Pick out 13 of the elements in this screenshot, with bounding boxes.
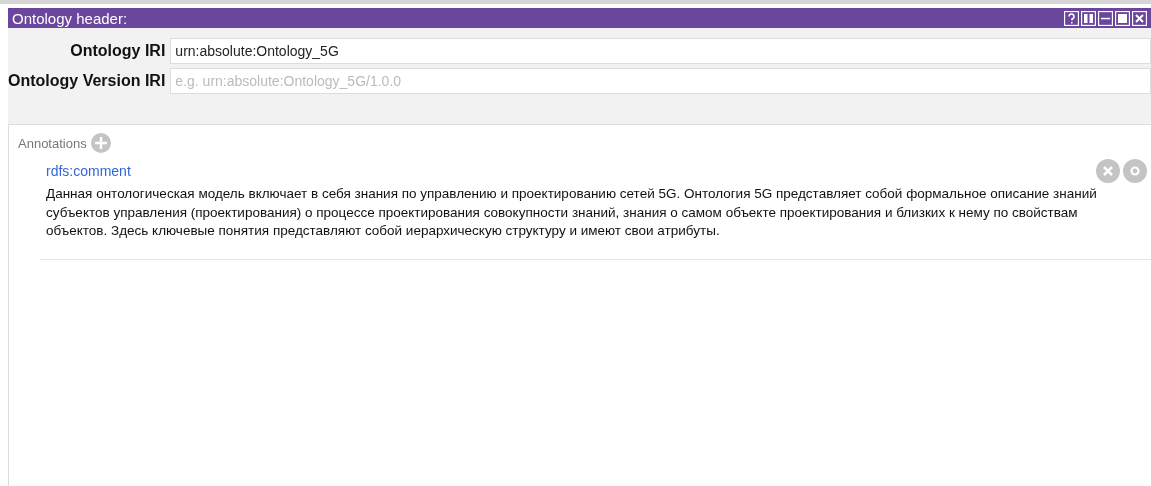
iri-field[interactable]: urn:absolute:Ontology_5G <box>170 38 1151 64</box>
help-icon[interactable] <box>1064 10 1079 26</box>
panel-title: Ontology header: <box>12 9 128 27</box>
field-label: Ontology Version IRI <box>8 72 166 90</box>
property-link[interactable]: rdfs:comment <box>46 163 131 179</box>
split-horizontal-icon[interactable] <box>1098 10 1113 26</box>
close-icon[interactable] <box>1132 10 1147 26</box>
maximize-icon[interactable] <box>1115 10 1130 26</box>
section-label: Annotations <box>18 135 87 151</box>
split-vertical-icon[interactable] <box>1081 10 1096 26</box>
field-label: Ontology IRI <box>69 42 166 60</box>
comment-text: Данная онтологическая модель включает в себя знания по управлению и проектированию сетей 5G. Онтология 5G представляет собой формальное описание знаний субъектов управления (проектирования) о процессе проектирования совокупности знаний, знания о самом объекте проектирования и близких к нему по свойствам объектов. Здесь ключевые понятия представляют собой иерархическую структуру и имеют свои атрибуты. <box>46 185 1098 240</box>
iri-field[interactable]: e.g. urn:absolute:Ontology_5G/1.0.0 <box>170 68 1151 94</box>
